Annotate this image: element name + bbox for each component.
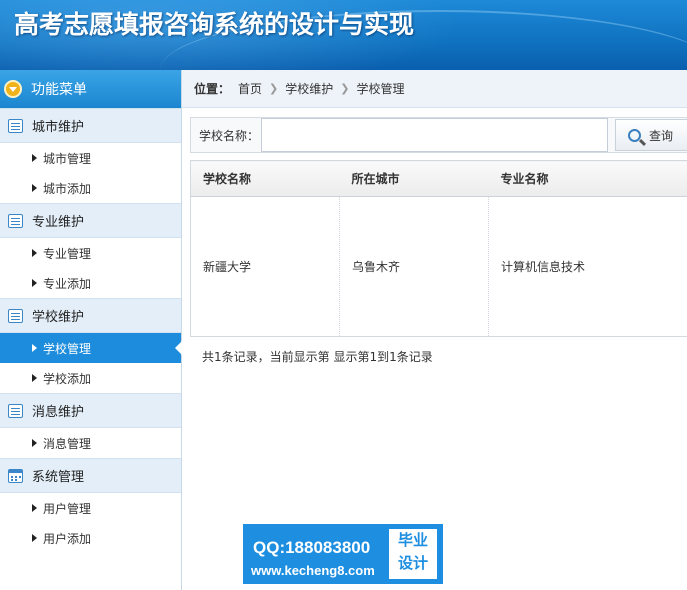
sidebar-item-city-add[interactable]: 城市添加 [0, 173, 181, 203]
sidebar-item-label: 专业添加 [43, 276, 92, 291]
arrow-right-icon [32, 374, 37, 382]
cell-school-name: 新疆大学 [190, 196, 340, 337]
sidebar-group-message[interactable]: 消息维护 [0, 393, 181, 428]
school-name-input[interactable] [261, 118, 609, 152]
chevron-right-icon: ❯ [340, 82, 350, 95]
group-label: 系统管理 [32, 470, 85, 485]
sidebar-item-label: 用户管理 [43, 501, 92, 516]
table-row[interactable]: 新疆大学 乌鲁木齐 计算机信息技术 [190, 196, 687, 337]
sidebar-item-label: 城市添加 [43, 181, 92, 196]
breadcrumb-item-school-maint[interactable]: 学校维护 [285, 80, 333, 97]
cell-city: 乌鲁木齐 [339, 196, 489, 337]
school-table: 学校名称 所在城市 专业名称 新疆大学 乌鲁木齐 计算机信息技术 [190, 160, 687, 337]
arrow-right-icon [32, 154, 37, 162]
list-icon [8, 213, 23, 228]
sidebar-item-message-manage[interactable]: 消息管理 [0, 428, 181, 458]
sidebar-item-school-add[interactable]: 学校添加 [0, 363, 181, 393]
menu-title: 功能菜单 [31, 82, 87, 98]
sidebar-group-school[interactable]: 学校维护 [0, 298, 181, 333]
breadcrumb: 位置： 首页 ❯ 学校维护 ❯ 学校管理 [182, 70, 687, 108]
calendar-icon [8, 468, 23, 483]
list-icon [8, 403, 23, 418]
arrow-right-icon [32, 279, 37, 287]
list-icon [8, 118, 23, 133]
query-button[interactable]: 查询 [615, 119, 687, 151]
arrow-right-icon [32, 344, 37, 352]
watermark-site: www.kecheng8.com [251, 563, 375, 578]
sidebar-item-label: 专业管理 [43, 246, 92, 261]
menu-header[interactable]: 功能菜单 [0, 70, 181, 108]
search-label: 学校名称： [199, 128, 260, 143]
breadcrumb-item-home[interactable]: 首页 [238, 80, 262, 97]
watermark-qq: QQ:188083800 [253, 538, 371, 557]
sidebar-item-label: 学校管理 [43, 341, 92, 356]
search-bar: 学校名称： [190, 117, 687, 153]
sidebar-item-label: 城市管理 [43, 151, 92, 166]
sidebar-group-system[interactable]: 系统管理 [0, 458, 181, 493]
sidebar-group-city[interactable]: 城市维护 [0, 108, 181, 143]
arrow-right-icon [32, 439, 37, 447]
chevron-down-icon [4, 80, 22, 98]
column-header: 所在城市 [339, 160, 489, 197]
column-header: 学校名称 [190, 160, 340, 197]
group-label: 专业维护 [32, 215, 85, 230]
arrow-right-icon [32, 249, 37, 257]
arrow-right-icon [32, 504, 37, 512]
group-label: 学校维护 [32, 310, 85, 325]
watermark-badge: 毕业 设计 [389, 529, 437, 579]
sidebar-item-label: 消息管理 [43, 436, 92, 451]
cell-major: 计算机信息技术 [488, 196, 687, 337]
group-label: 城市维护 [32, 120, 85, 135]
sidebar: 功能菜单 城市维护 城市管理 城市添加 专业维护 专业管理 专业添加 学校维护 … [0, 70, 182, 590]
list-icon [8, 308, 23, 323]
sidebar-item-city-manage[interactable]: 城市管理 [0, 143, 181, 173]
chevron-right-icon: ❯ [269, 82, 279, 95]
app-header: 高考志愿填报咨询系统的设计与实现 [0, 0, 687, 70]
sidebar-item-major-add[interactable]: 专业添加 [0, 268, 181, 298]
breadcrumb-item-school-manage: 学校管理 [356, 82, 405, 96]
sidebar-item-label: 学校添加 [43, 371, 92, 386]
breadcrumb-label: 位置： [194, 82, 231, 96]
column-header: 专业名称 [488, 160, 687, 197]
record-summary: 共1条记录，当前显示第 显示第1到1条记录 [202, 350, 433, 364]
arrow-right-icon [32, 534, 37, 542]
search-icon [628, 128, 641, 142]
sidebar-item-major-manage[interactable]: 专业管理 [0, 238, 181, 268]
badge-top: 毕业 [397, 531, 428, 549]
sidebar-item-school-manage[interactable]: 学校管理 [0, 333, 182, 363]
sidebar-item-label: 用户添加 [43, 531, 92, 546]
app-title: 高考志愿填报咨询系统的设计与实现 [14, 10, 415, 39]
main-content: 位置： 首页 ❯ 学校维护 ❯ 学校管理 学校名称： 查询 学校名称 所在城市 … [182, 70, 687, 590]
sidebar-item-user-add[interactable]: 用户添加 [0, 523, 181, 553]
group-label: 消息维护 [32, 405, 85, 420]
sidebar-group-major[interactable]: 专业维护 [0, 203, 181, 238]
sidebar-item-user-manage[interactable]: 用户管理 [0, 493, 181, 523]
badge-bottom: 设计 [397, 554, 428, 572]
table-header-row: 学校名称 所在城市 专业名称 [190, 160, 687, 197]
query-button-label: 查询 [649, 128, 674, 143]
watermark-banner: QQ:188083800 www.kecheng8.com 毕业 设计 [243, 524, 443, 584]
arrow-right-icon [32, 184, 37, 192]
